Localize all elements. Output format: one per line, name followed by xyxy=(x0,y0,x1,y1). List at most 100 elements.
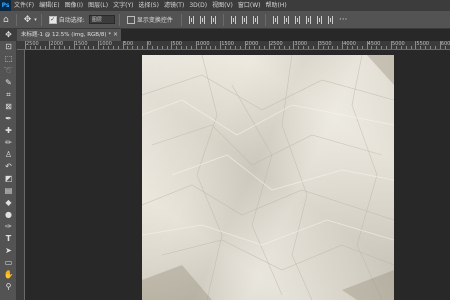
ruler-tick xyxy=(342,41,344,49)
ruler-tick xyxy=(73,41,75,49)
ruler-minor-tick xyxy=(264,46,266,49)
menu-file[interactable]: 文件(F) xyxy=(14,0,34,11)
ruler-minor-tick xyxy=(283,46,285,49)
ruler-tick xyxy=(415,41,417,49)
ruler-tick xyxy=(391,41,392,49)
chevron-down-icon[interactable]: ▾ xyxy=(34,11,37,29)
menu-help[interactable]: 帮助(H) xyxy=(266,0,287,11)
ruler-tick xyxy=(366,41,368,49)
menu-window[interactable]: 窗口(W) xyxy=(238,0,261,11)
ruler-minor-tick xyxy=(225,46,227,49)
frame-tool-icon[interactable]: ⊠ xyxy=(0,101,17,113)
menu-image[interactable]: 图像(I) xyxy=(65,0,83,11)
ruler-tick xyxy=(98,41,100,49)
ruler-minor-tick xyxy=(161,46,163,49)
document-tab[interactable]: 未标题-1 @ 12.5% (img, RGB/8) * × xyxy=(17,29,121,41)
ruler-label: 1000 xyxy=(99,41,112,47)
home-icon[interactable]: ⌂ xyxy=(3,11,9,29)
show-transform-checkbox[interactable] xyxy=(126,15,135,24)
ruler-minor-tick xyxy=(337,46,339,49)
vertical-ruler[interactable] xyxy=(17,50,25,300)
menu-filter[interactable]: 滤镜(T) xyxy=(164,0,184,11)
ruler-minor-tick xyxy=(381,46,383,49)
align-left-icon[interactable] xyxy=(188,15,194,24)
ruler-tick xyxy=(25,41,26,49)
crumpled-paper-image[interactable] xyxy=(142,55,394,300)
ruler-tick xyxy=(195,41,197,49)
photoshop-logo[interactable]: Ps xyxy=(0,0,11,11)
menu-3d[interactable]: 3D(D) xyxy=(189,0,207,11)
artboard-tool-icon[interactable]: ⊡ xyxy=(0,41,17,53)
zoom-tool-icon[interactable]: ⚲ xyxy=(0,281,17,293)
move-tool-icon[interactable]: ✥ xyxy=(24,11,32,29)
ruler-minor-tick xyxy=(400,46,402,49)
ruler-minor-tick xyxy=(361,46,363,49)
ruler-minor-tick xyxy=(308,46,310,49)
clone-stamp-icon[interactable]: ♙ xyxy=(0,149,17,161)
ruler-minor-tick xyxy=(273,46,275,49)
move-tool-icon[interactable]: ✥ xyxy=(0,29,17,41)
ruler-label: 4500 xyxy=(367,41,381,47)
menu-layer[interactable]: 图层(L) xyxy=(88,0,108,11)
ruler-label: 1000 xyxy=(196,41,210,47)
blur-tool-icon[interactable]: ◆ xyxy=(0,197,17,209)
eraser-tool-icon[interactable]: ◩ xyxy=(0,173,17,185)
align-bottom-icon[interactable] xyxy=(252,15,258,24)
ruler-minor-tick xyxy=(259,46,261,49)
dodge-tool-icon[interactable]: ● xyxy=(0,209,17,221)
more-options-icon[interactable]: ··· xyxy=(339,11,348,29)
distribute-middle-icon[interactable] xyxy=(283,15,289,24)
ruler-label: 2500 xyxy=(26,41,39,47)
divider xyxy=(222,13,224,26)
align-center-icon[interactable] xyxy=(199,15,205,24)
ruler-minor-tick xyxy=(312,46,314,49)
hand-tool-icon[interactable]: ✋ xyxy=(0,269,17,281)
distribute-bottom-icon[interactable] xyxy=(294,15,300,24)
options-bar: ⌂ ✥ ▾ ✓ 自动选择: 图层 显示变换控件 ··· xyxy=(0,11,450,29)
ruler-tick xyxy=(317,41,319,49)
align-middle-icon[interactable] xyxy=(241,15,247,24)
eyedropper-tool-icon[interactable]: ✒ xyxy=(0,113,17,125)
crop-tool-icon[interactable]: ⌗ xyxy=(0,89,17,101)
ruler-label: 0 xyxy=(148,41,152,47)
ruler-tick xyxy=(171,41,173,49)
ruler-minor-tick xyxy=(112,46,114,49)
lasso-tool-icon[interactable]: ➰ xyxy=(0,65,17,77)
ruler-minor-tick xyxy=(29,46,31,49)
ruler-label: 1500 xyxy=(221,41,234,47)
ruler-tick xyxy=(122,41,124,49)
distribute-top-icon[interactable] xyxy=(272,15,278,24)
distribute-left-icon[interactable] xyxy=(305,15,311,24)
ruler-minor-tick xyxy=(356,46,358,49)
rectangle-tool-icon[interactable]: ▭ xyxy=(0,257,17,269)
horizontal-ruler[interactable]: 2500 2000 1500 1000 500 0 500 1000 1500 2000 2500 3… xyxy=(17,41,450,50)
align-right-icon[interactable] xyxy=(210,15,216,24)
brush-tool-icon[interactable]: ✏ xyxy=(0,137,17,149)
canvas-workspace[interactable] xyxy=(25,50,450,300)
menu-select[interactable]: 选择(S) xyxy=(138,0,159,11)
magic-wand-tool-icon[interactable]: ✎ xyxy=(0,77,17,89)
menu-type[interactable]: 文字(Y) xyxy=(113,0,133,11)
ruler-minor-tick xyxy=(215,46,217,49)
type-tool-icon[interactable]: T xyxy=(0,233,17,245)
marquee-tool-icon[interactable]: ⬚ xyxy=(0,53,17,65)
ruler-minor-tick xyxy=(142,46,144,49)
distribute-right-icon[interactable] xyxy=(327,15,333,24)
menu-edit[interactable]: 编辑(E) xyxy=(39,0,59,11)
menu-view[interactable]: 视图(V) xyxy=(212,0,233,11)
gradient-tool-icon[interactable]: ▤ xyxy=(0,185,17,197)
divider xyxy=(264,13,266,26)
ruler-minor-tick xyxy=(347,46,349,49)
distribute-center-icon[interactable] xyxy=(316,15,322,24)
ruler-minor-tick xyxy=(205,46,207,49)
healing-brush-icon[interactable]: ✚ xyxy=(0,125,17,137)
ruler-minor-tick xyxy=(288,46,290,49)
history-brush-icon[interactable]: ↶ xyxy=(0,161,17,173)
auto-select-checkbox[interactable]: ✓ xyxy=(48,15,57,24)
auto-select-dropdown[interactable]: 图层 xyxy=(88,15,115,24)
path-selection-icon[interactable]: ➤ xyxy=(0,245,17,257)
close-icon[interactable]: × xyxy=(113,29,118,41)
align-top-icon[interactable] xyxy=(230,15,236,24)
menu-bar: Ps 文件(F) 编辑(E) 图像(I) 图层(L) 文字(Y) 选择(S) 滤… xyxy=(0,0,450,11)
pen-tool-icon[interactable]: ✑ xyxy=(0,221,17,233)
